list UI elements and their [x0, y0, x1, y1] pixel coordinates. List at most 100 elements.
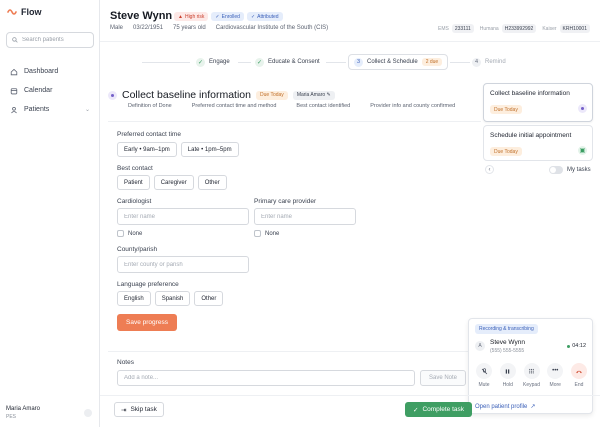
edit-icon: ✎	[326, 92, 331, 98]
warning-icon: ▲	[178, 13, 183, 20]
step-collect-schedule[interactable]: 3 Collect & Schedule 2 due	[348, 54, 449, 70]
task-title: Collect baseline information	[122, 89, 251, 101]
check-icon: ✓	[215, 13, 220, 20]
brand[interactable]: Flow	[7, 7, 42, 17]
option-other[interactable]: Other	[197, 175, 227, 190]
toggle-label: My tasks	[567, 167, 591, 173]
complete-task-button[interactable]: ✓ Complete task	[405, 402, 472, 417]
option-early[interactable]: Early • 9am–1pm	[117, 142, 177, 157]
hang-up-icon	[571, 363, 587, 379]
home-icon	[10, 68, 18, 75]
task-list-controls: ‹ My tasks	[483, 164, 593, 176]
assignee-chip[interactable]: Maria Amaro ✎	[292, 90, 335, 100]
stepper-connector	[450, 62, 470, 63]
recording-badge: Recording & transcribing	[475, 324, 538, 334]
patient-meta: Male 03/22/1951 75 years old Cardiovascu…	[110, 25, 328, 31]
id-value[interactable]: KRH10001	[559, 24, 590, 33]
action-label: More	[549, 382, 561, 388]
notes-field[interactable]	[117, 370, 415, 386]
cardiologist-none[interactable]: None	[117, 230, 142, 237]
skip-icon: ⇥	[121, 406, 127, 414]
dod-item: Preferred contact time and method	[191, 103, 277, 109]
timer-value: 04:12	[572, 343, 586, 349]
pcp-label: Primary care provider	[254, 198, 317, 205]
id-ems: EMS 233111	[438, 24, 474, 33]
patient-sex: Male	[110, 25, 124, 31]
skip-task-button[interactable]: ⇥ Skip task	[114, 402, 164, 417]
mute-button[interactable]: Mute	[475, 363, 493, 388]
patient-search[interactable]	[6, 32, 94, 48]
task-card-title: Collect baseline information	[490, 90, 570, 97]
task-card-collect[interactable]: Collect baseline information Due Today	[483, 83, 593, 122]
workflow-stepper: ✓ Engage ✓ Educate & Consent 3 Collect &…	[100, 54, 600, 70]
step-number: 4	[472, 57, 481, 67]
id-kaiser: Kaiser KRH10001	[542, 24, 590, 33]
option-spanish[interactable]: Spanish	[154, 291, 191, 306]
stepper-connector	[142, 62, 190, 63]
checkbox-label: None	[265, 230, 280, 237]
option-patient[interactable]: Patient	[117, 175, 150, 190]
patient-name: Steve Wynn	[110, 10, 173, 22]
step-engage[interactable]: ✓ Engage	[196, 54, 230, 70]
hold-button[interactable]: Hold	[499, 363, 517, 388]
checkbox[interactable]	[117, 230, 124, 237]
end-call-button[interactable]: End	[570, 363, 588, 388]
step-educate-consent[interactable]: ✓ Educate & Consent	[255, 54, 320, 70]
sidebar: Flow Dashboard Calendar Patie	[0, 0, 100, 427]
step-remind[interactable]: 4 Remind	[472, 54, 506, 70]
task-footer: ⇥ Skip task ✓ Complete task	[100, 395, 600, 427]
sidebar-item-calendar[interactable]: Calendar	[6, 81, 94, 100]
notes-input[interactable]	[124, 375, 414, 381]
pcp-none[interactable]: None	[254, 230, 279, 237]
chevron-left-icon[interactable]: ‹	[485, 165, 494, 174]
step-label: Remind	[485, 59, 506, 65]
user-role: PES	[6, 414, 17, 420]
option-english[interactable]: English	[117, 291, 151, 306]
cardiologist-field[interactable]	[117, 208, 249, 225]
stepper-connector	[326, 62, 346, 63]
pcp-input[interactable]	[261, 213, 355, 220]
checkbox[interactable]	[254, 230, 261, 237]
current-user[interactable]: Maria Amaro PES	[6, 406, 94, 420]
user-menu-icon[interactable]	[84, 409, 92, 417]
status-badge-high-risk: ▲ High risk	[174, 12, 209, 21]
check-icon: ✓	[255, 57, 264, 67]
option-late[interactable]: Late • 1pm–5pm	[180, 142, 239, 157]
pcp-field[interactable]	[254, 208, 356, 225]
users-icon	[11, 106, 17, 113]
patient-institute: Cardiovascular Institute of the South (C…	[215, 25, 329, 31]
save-note-button[interactable]: Save Note	[420, 370, 466, 386]
caller-name: Steve Wynn	[490, 339, 525, 346]
task-card-schedule[interactable]: Schedule initial appointment Due Today ▣	[483, 125, 593, 161]
divider	[108, 121, 481, 122]
due-badge: Due Today	[255, 90, 288, 100]
action-label: Mute	[478, 382, 490, 388]
county-input[interactable]	[124, 261, 248, 268]
keypad-button[interactable]: Keypad	[523, 363, 541, 388]
action-label: Keypad	[523, 382, 540, 388]
task-card-title: Schedule initial appointment	[490, 132, 572, 139]
dod-title: Definition of Done	[128, 103, 172, 109]
id-value[interactable]: 233111	[451, 24, 474, 33]
save-progress-button[interactable]: Save progress	[117, 314, 177, 331]
sidebar-item-dashboard[interactable]: Dashboard	[6, 62, 94, 81]
cardiologist-input[interactable]	[124, 213, 248, 220]
dod-item: Provider info and county confirmed	[370, 103, 456, 109]
step-label: Engage	[209, 59, 230, 65]
option-caregiver[interactable]: Caregiver	[153, 175, 194, 190]
id-value[interactable]: H233992992	[501, 24, 537, 33]
action-label: End	[574, 382, 584, 388]
step-label: Educate & Consent	[268, 59, 320, 65]
my-tasks-toggle[interactable]	[549, 166, 563, 174]
contact-time-label: Preferred contact time	[117, 131, 181, 138]
option-other-language[interactable]: Other	[194, 291, 224, 306]
search-input[interactable]	[22, 37, 92, 43]
assignee-name: Maria Amaro	[296, 92, 326, 98]
due-count-badge: 2 due	[421, 58, 443, 66]
county-field[interactable]	[117, 256, 249, 273]
badge-label: Enrolled	[221, 13, 240, 20]
pause-icon	[499, 363, 516, 379]
more-button[interactable]: ••• More	[546, 363, 564, 388]
sidebar-item-patients[interactable]: Patients ⌄	[6, 100, 94, 119]
language-options: English Spanish Other	[117, 291, 224, 306]
